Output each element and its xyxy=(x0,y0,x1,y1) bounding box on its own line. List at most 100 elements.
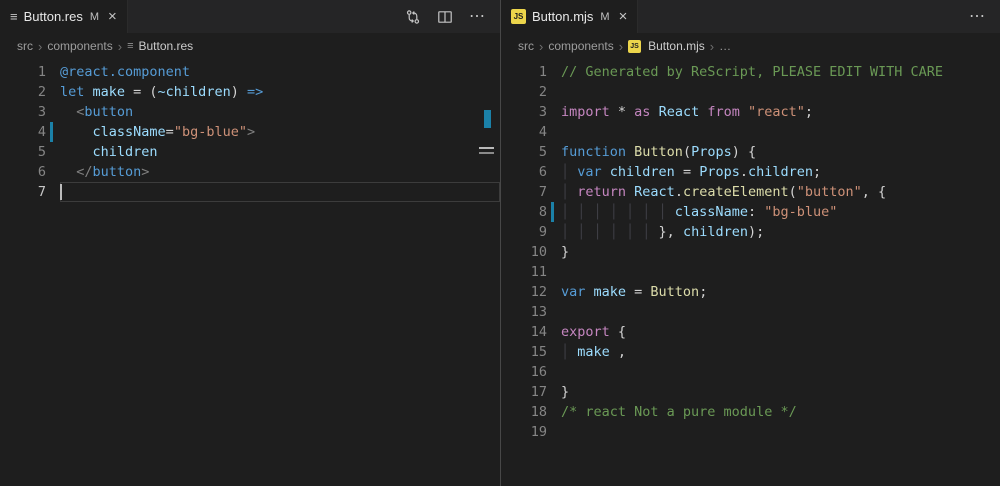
line-number[interactable]: 5 xyxy=(0,142,46,162)
code-line-content[interactable] xyxy=(60,182,500,202)
code-line-content[interactable] xyxy=(561,302,1000,322)
code-line-content[interactable]: /* react Not a pure module */ xyxy=(561,402,1000,422)
code-line-19[interactable]: 19 xyxy=(501,422,1000,442)
tab-button-mjs[interactable]: JS Button.mjs M × xyxy=(501,0,638,33)
code-line-7[interactable]: 7 │ return React.createElement("button", … xyxy=(501,182,1000,202)
code-line-content[interactable]: │ make , xyxy=(561,342,1000,362)
code-line-13[interactable]: 13 xyxy=(501,302,1000,322)
code-line-content[interactable]: export { xyxy=(561,322,1000,342)
more-actions-icon[interactable]: ⋯ xyxy=(969,9,986,25)
code-token: button xyxy=(93,164,142,180)
line-number[interactable]: 4 xyxy=(0,122,46,142)
code-line-11[interactable]: 11 xyxy=(501,262,1000,282)
code-token: // Generated by ReScript, PLEASE EDIT WI… xyxy=(561,64,943,80)
line-number[interactable]: 12 xyxy=(501,282,547,302)
line-number[interactable]: 9 xyxy=(501,222,547,242)
line-number[interactable]: 15 xyxy=(501,342,547,362)
code-line-16[interactable]: 16 xyxy=(501,362,1000,382)
close-icon[interactable]: × xyxy=(108,9,117,24)
code-line-6[interactable]: 6 </button> xyxy=(0,162,500,182)
code-line-content[interactable] xyxy=(561,122,1000,142)
code-token xyxy=(60,144,93,160)
code-line-3[interactable]: 3 import * as React from "react"; xyxy=(501,102,1000,122)
code-line-4[interactable]: 4 xyxy=(501,122,1000,142)
code-line-5[interactable]: 5 function Button(Props) { xyxy=(501,142,1000,162)
code-line-content[interactable]: } xyxy=(561,382,1000,402)
code-line-content[interactable] xyxy=(561,262,1000,282)
code-line-content[interactable]: // Generated by ReScript, PLEASE EDIT WI… xyxy=(561,62,1000,82)
code-line-2[interactable]: 2 xyxy=(501,82,1000,102)
line-number[interactable]: 10 xyxy=(501,242,547,262)
code-line-content[interactable]: } xyxy=(561,242,1000,262)
line-number[interactable]: 14 xyxy=(501,322,547,342)
code-line-content[interactable]: @react.component xyxy=(60,62,500,82)
line-number[interactable]: 5 xyxy=(501,142,547,162)
code-line-content[interactable]: │ │ │ │ │ │ }, children); xyxy=(561,222,1000,242)
code-line-12[interactable]: 12 var make = Button; xyxy=(501,282,1000,302)
code-line-4[interactable]: 4 className="bg-blue"> xyxy=(0,122,500,142)
tab-button-res[interactable]: ≡ Button.res M × xyxy=(0,0,128,33)
code-line-6[interactable]: 6 │ var children = Props.children; xyxy=(501,162,1000,182)
line-number[interactable]: 18 xyxy=(501,402,547,422)
code-editor-left[interactable]: 1 @react.component 2 let make = (~children)… xyxy=(0,59,500,202)
code-line-content[interactable]: </button> xyxy=(60,162,500,182)
code-line-content[interactable]: function Button(Props) { xyxy=(561,142,1000,162)
code-line-5[interactable]: 5 children xyxy=(0,142,500,162)
open-changes-icon[interactable] xyxy=(405,9,421,25)
breadcrumb-item-file[interactable]: Button.mjs xyxy=(648,39,705,53)
line-number[interactable]: 1 xyxy=(501,62,547,82)
line-number[interactable]: 3 xyxy=(501,102,547,122)
line-number[interactable]: 17 xyxy=(501,382,547,402)
breadcrumb-item-file[interactable]: Button.res xyxy=(138,39,193,53)
code-line-content[interactable]: className="bg-blue"> xyxy=(60,122,500,142)
line-number[interactable]: 19 xyxy=(501,422,547,442)
line-number[interactable]: 1 xyxy=(0,62,46,82)
code-line-content[interactable]: │ var children = Props.children; xyxy=(561,162,1000,182)
code-line-9[interactable]: 9 │ │ │ │ │ │ }, children); xyxy=(501,222,1000,242)
code-token: } xyxy=(561,384,569,400)
line-number[interactable]: 16 xyxy=(501,362,547,382)
code-line-14[interactable]: 14 export { xyxy=(501,322,1000,342)
code-line-17[interactable]: 17} xyxy=(501,382,1000,402)
code-line-2[interactable]: 2 let make = (~children) => xyxy=(0,82,500,102)
line-number[interactable]: 4 xyxy=(501,122,547,142)
breadcrumb-item-src[interactable]: src xyxy=(17,39,33,53)
line-number[interactable]: 2 xyxy=(501,82,547,102)
code-line-3[interactable]: 3 <button xyxy=(0,102,500,122)
code-line-content[interactable]: │ │ │ │ │ │ │ className: "bg-blue" xyxy=(561,202,1000,222)
breadcrumb-item-symbol[interactable]: … xyxy=(719,39,731,53)
split-editor-icon[interactable] xyxy=(437,9,453,25)
code-line-1[interactable]: 1 @react.component xyxy=(0,62,500,82)
line-number[interactable]: 7 xyxy=(501,182,547,202)
breadcrumb-item-components[interactable]: components xyxy=(548,39,613,53)
line-number[interactable]: 11 xyxy=(501,262,547,282)
line-number[interactable]: 6 xyxy=(0,162,46,182)
code-editor-right[interactable]: 1 // Generated by ReScript, PLEASE EDIT W… xyxy=(501,59,1000,442)
code-line-content[interactable]: children xyxy=(60,142,500,162)
code-line-8[interactable]: 8 │ │ │ │ │ │ │ className: "bg-blue" xyxy=(501,202,1000,222)
code-line-content[interactable]: import * as React from "react"; xyxy=(561,102,1000,122)
code-line-content[interactable] xyxy=(561,422,1000,442)
code-token: /* react Not a pure module */ xyxy=(561,404,797,420)
breadcrumb-item-src[interactable]: src xyxy=(518,39,534,53)
code-line-content[interactable] xyxy=(561,82,1000,102)
code-line-1[interactable]: 1 // Generated by ReScript, PLEASE EDIT W… xyxy=(501,62,1000,82)
code-line-7[interactable]: 7 xyxy=(0,182,500,202)
code-line-18[interactable]: 18 /* react Not a pure module */ xyxy=(501,402,1000,422)
close-icon[interactable]: × xyxy=(619,9,628,24)
code-line-content[interactable]: <button xyxy=(60,102,500,122)
code-line-10[interactable]: 10} xyxy=(501,242,1000,262)
code-line-content[interactable] xyxy=(561,362,1000,382)
line-number[interactable]: 8 xyxy=(501,202,547,222)
code-line-content[interactable]: let make = (~children) => xyxy=(60,82,500,102)
breadcrumb-item-components[interactable]: components xyxy=(47,39,112,53)
code-line-content[interactable]: var make = Button; xyxy=(561,282,1000,302)
code-line-content[interactable]: │ return React.createElement("button", { xyxy=(561,182,1000,202)
line-number[interactable]: 3 xyxy=(0,102,46,122)
more-actions-icon[interactable]: ⋯ xyxy=(469,9,486,25)
line-number[interactable]: 7 xyxy=(0,182,46,202)
line-number[interactable]: 6 xyxy=(501,162,547,182)
code-line-15[interactable]: 15 │ make , xyxy=(501,342,1000,362)
line-number[interactable]: 13 xyxy=(501,302,547,322)
line-number[interactable]: 2 xyxy=(0,82,46,102)
